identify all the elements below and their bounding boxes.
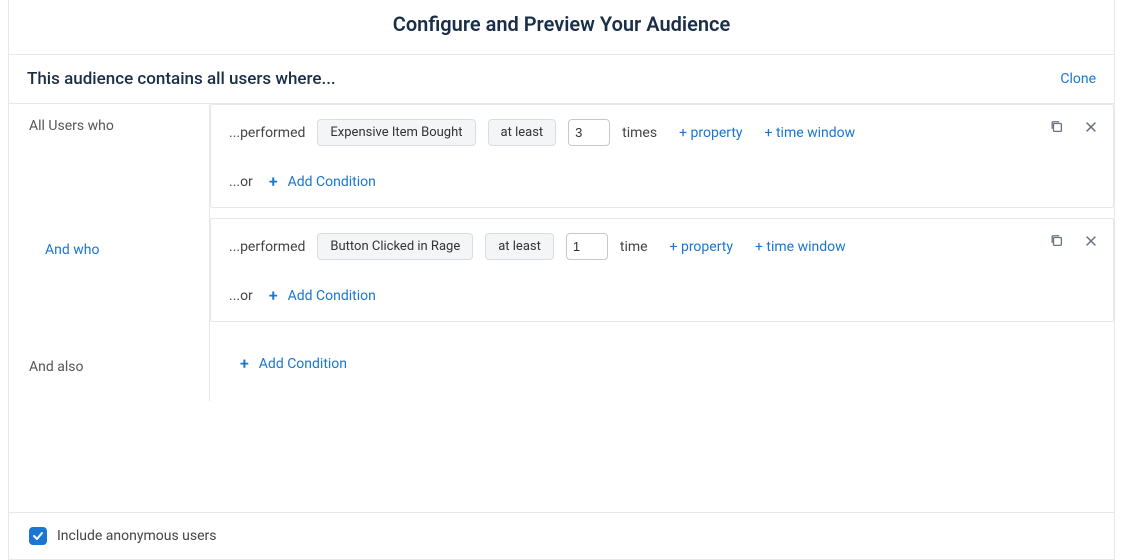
group-conditions: ...performed Expensive Item Bought at le…	[209, 104, 1114, 218]
count-input[interactable]	[568, 119, 610, 146]
event-selector[interactable]: Expensive Item Bought	[317, 119, 475, 146]
count-input[interactable]	[566, 233, 608, 260]
group-connector-label[interactable]: And who	[21, 242, 209, 258]
add-property-link[interactable]: + property	[670, 239, 733, 255]
duplicate-icon[interactable]	[1049, 119, 1065, 135]
or-row: ...or + Add Condition	[211, 274, 1113, 321]
add-property-link[interactable]: + property	[679, 125, 742, 141]
plus-icon: +	[240, 354, 249, 373]
duplicate-icon[interactable]	[1049, 233, 1065, 249]
add-time-window-link[interactable]: + time window	[765, 125, 856, 141]
add-condition-button[interactable]: + Add Condition	[240, 354, 1084, 373]
subheader-title: This audience contains all users where..…	[27, 69, 336, 89]
include-anonymous-checkbox[interactable]	[29, 527, 47, 545]
event-selector[interactable]: Button Clicked in Rage	[317, 233, 473, 260]
and-also-label: And also	[9, 359, 209, 375]
add-condition-label: Add Condition	[288, 174, 376, 190]
include-anonymous-label: Include anonymous users	[57, 528, 216, 544]
performed-label: ...performed	[229, 239, 305, 255]
condition-group: And who ...performed Button Clicked in R…	[9, 218, 1114, 332]
condition-row: ...performed Button Clicked in Rage at l…	[211, 219, 1113, 274]
add-condition-label: Add Condition	[259, 356, 347, 372]
and-also-actions: + Add Condition	[209, 332, 1114, 401]
group-connector-col: And who	[9, 218, 209, 332]
close-icon[interactable]	[1083, 119, 1099, 135]
condition-block: ...performed Button Clicked in Rage at l…	[210, 218, 1114, 322]
add-condition-button[interactable]: + Add Condition	[269, 172, 376, 191]
close-icon[interactable]	[1083, 233, 1099, 249]
or-label: ...or	[229, 288, 253, 304]
condition-block: ...performed Expensive Item Bought at le…	[210, 104, 1114, 208]
subheader: This audience contains all users where..…	[9, 55, 1114, 104]
condition-row: ...performed Expensive Item Bought at le…	[211, 105, 1113, 160]
unit-label: time	[620, 239, 648, 255]
group-connector-col: All Users who	[9, 104, 209, 218]
comparator-selector[interactable]: at least	[485, 233, 554, 260]
condition-actions	[1049, 119, 1099, 135]
or-row: ...or + Add Condition	[211, 160, 1113, 207]
add-condition-label: Add Condition	[288, 288, 376, 304]
plus-icon: +	[269, 172, 278, 191]
add-time-window-link[interactable]: + time window	[755, 239, 846, 255]
performed-label: ...performed	[229, 125, 305, 141]
plus-icon: +	[269, 286, 278, 305]
comparator-selector[interactable]: at least	[488, 119, 557, 146]
group-connector-label: All Users who	[21, 118, 209, 134]
condition-group: All Users who ...performed Expensive Ite…	[9, 104, 1114, 218]
or-label: ...or	[229, 174, 253, 190]
group-conditions: ...performed Button Clicked in Rage at l…	[209, 218, 1114, 332]
add-condition-button[interactable]: + Add Condition	[269, 286, 376, 305]
clone-button[interactable]: Clone	[1060, 71, 1096, 87]
and-also-row: And also + Add Condition	[9, 332, 1114, 401]
unit-label: times	[622, 125, 657, 141]
page-title: Configure and Preview Your Audience	[9, 12, 1114, 36]
footer: Include anonymous users	[9, 512, 1114, 559]
page-header: Configure and Preview Your Audience	[9, 0, 1114, 55]
condition-actions	[1049, 233, 1099, 249]
